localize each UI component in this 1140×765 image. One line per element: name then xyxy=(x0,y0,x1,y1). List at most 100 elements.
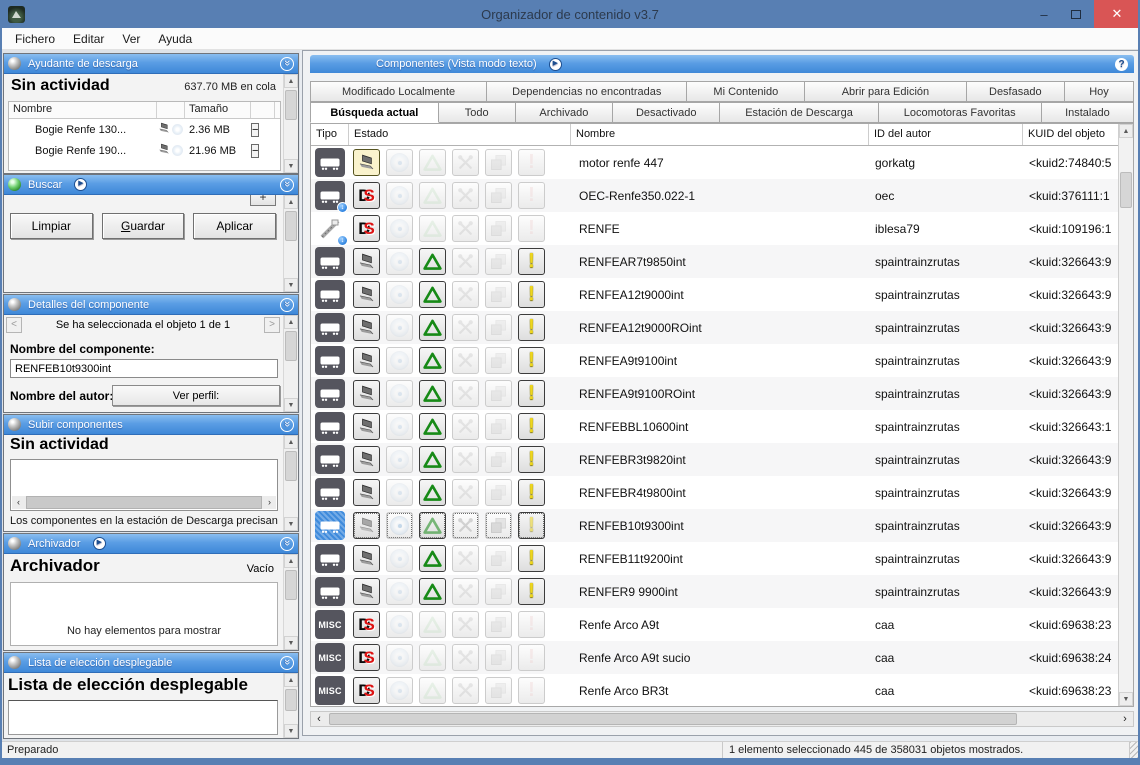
disc-icon[interactable] xyxy=(386,446,413,473)
triangle-icon[interactable] xyxy=(419,248,446,275)
wrench-icon[interactable] xyxy=(452,248,479,275)
package-icon[interactable] xyxy=(485,149,512,176)
scroll-up-icon[interactable] xyxy=(1119,124,1133,138)
tab-todo[interactable]: Todo xyxy=(439,102,516,123)
wrench-icon[interactable] xyxy=(452,677,479,704)
triangle-icon[interactable] xyxy=(419,182,446,209)
laptop-icon[interactable] xyxy=(353,413,380,440)
package-icon[interactable] xyxy=(485,380,512,407)
scrollbar[interactable] xyxy=(283,435,298,531)
exclamation-icon[interactable] xyxy=(518,380,545,407)
exclamation-icon[interactable] xyxy=(518,215,545,242)
column-name[interactable]: Nombre xyxy=(9,102,157,118)
wrench-icon[interactable] xyxy=(452,347,479,374)
disc-icon[interactable] xyxy=(386,479,413,506)
laptop-icon[interactable] xyxy=(353,545,380,572)
panel-header-search[interactable]: Buscar xyxy=(4,175,298,195)
table-row[interactable]: Renfe Arco A9tcaa<kuid:69638:23 xyxy=(311,608,1118,641)
table-row[interactable]: Renfe Arco BR3tcaa<kuid:69638:23 xyxy=(311,674,1118,706)
tab-hoy[interactable]: Hoy xyxy=(1065,81,1134,102)
table-row[interactable]: RENFEAR7t9850intspaintrainzrutas<kuid:32… xyxy=(311,245,1118,278)
ds-logo-icon[interactable] xyxy=(353,611,380,638)
table-row[interactable]: RENFEBR4t9800intspaintrainzrutas<kuid:32… xyxy=(311,476,1118,509)
column-id-autor[interactable]: ID del autor xyxy=(869,124,1023,145)
scrollbar[interactable] xyxy=(283,554,298,650)
package-icon[interactable] xyxy=(485,578,512,605)
collapse-chevron-icon[interactable] xyxy=(280,298,294,312)
exclamation-icon[interactable] xyxy=(518,347,545,374)
scroll-up-icon[interactable] xyxy=(284,315,298,329)
scrollbar-thumb[interactable] xyxy=(26,496,262,509)
wrench-icon[interactable] xyxy=(452,182,479,209)
scrollbar-thumb[interactable] xyxy=(285,689,297,711)
triangle-icon[interactable] xyxy=(419,446,446,473)
tab-modificado-localmente[interactable]: Modificado Localmente xyxy=(310,81,487,102)
wrench-icon[interactable] xyxy=(452,545,479,572)
exclamation-icon[interactable] xyxy=(518,644,545,671)
laptop-icon[interactable] xyxy=(353,512,380,539)
laptop-icon[interactable] xyxy=(353,380,380,407)
exclamation-icon[interactable] xyxy=(518,281,545,308)
laptop-icon[interactable] xyxy=(353,281,380,308)
triangle-icon[interactable] xyxy=(419,314,446,341)
triangle-icon[interactable] xyxy=(419,644,446,671)
scrollbar-thumb[interactable] xyxy=(329,713,1017,725)
scrollbar-thumb[interactable] xyxy=(285,90,297,120)
table-row[interactable]: RENFEB11t9200intspaintrainzrutas<kuid:32… xyxy=(311,542,1118,575)
guardar-button[interactable]: Guardar xyxy=(102,213,185,239)
disc-icon[interactable] xyxy=(386,512,413,539)
triangle-icon[interactable] xyxy=(419,281,446,308)
scroll-down-icon[interactable] xyxy=(284,278,298,292)
disc-icon[interactable] xyxy=(386,347,413,374)
table-row[interactable]: RENFEA9t9100intspaintrainzrutas<kuid:326… xyxy=(311,344,1118,377)
laptop-icon[interactable] xyxy=(353,479,380,506)
scroll-up-icon[interactable] xyxy=(284,673,298,687)
disc-icon[interactable] xyxy=(386,578,413,605)
wrench-icon[interactable] xyxy=(452,512,479,539)
close-button[interactable]: ✕ xyxy=(1094,0,1140,28)
package-icon[interactable] xyxy=(485,479,512,506)
table-row[interactable]: RENFEiblesa79<kuid:109196:1 xyxy=(311,212,1118,245)
scroll-down-icon[interactable] xyxy=(284,398,298,412)
tab-abrir-para-edicion[interactable]: Abrir para Edición xyxy=(805,81,966,102)
exclamation-icon[interactable] xyxy=(518,413,545,440)
package-icon[interactable] xyxy=(485,182,512,209)
scroll-left-icon[interactable] xyxy=(12,496,25,509)
panel-header-download-helper[interactable]: Ayudante de descarga xyxy=(4,54,298,74)
triangle-icon[interactable] xyxy=(419,347,446,374)
laptop-icon[interactable] xyxy=(353,578,380,605)
disc-icon[interactable] xyxy=(386,380,413,407)
exclamation-icon[interactable] xyxy=(518,677,545,704)
wrench-icon[interactable] xyxy=(452,446,479,473)
exclamation-icon[interactable] xyxy=(518,479,545,506)
collapse-chevron-icon[interactable] xyxy=(280,537,294,551)
table-row[interactable]: RENFEB10t9300intspaintrainzrutas<kuid:32… xyxy=(311,509,1118,542)
scroll-left-icon[interactable] xyxy=(311,713,327,725)
scroll-down-icon[interactable] xyxy=(284,636,298,650)
triangle-icon[interactable] xyxy=(419,380,446,407)
wrench-icon[interactable] xyxy=(452,578,479,605)
ds-logo-icon[interactable] xyxy=(353,182,380,209)
scroll-down-icon[interactable] xyxy=(284,724,298,738)
ds-logo-icon[interactable] xyxy=(353,644,380,671)
package-icon[interactable] xyxy=(485,347,512,374)
tab-mi-contenido[interactable]: Mi Contenido xyxy=(687,81,805,102)
scroll-up-icon[interactable] xyxy=(284,195,298,209)
laptop-icon[interactable] xyxy=(353,248,380,275)
exclamation-icon[interactable] xyxy=(518,545,545,572)
table-row[interactable]: RENFEBBL10600intspaintrainzrutas<kuid:32… xyxy=(311,410,1118,443)
exclamation-icon[interactable] xyxy=(518,182,545,209)
tab-locomotoras-favoritas[interactable]: Locomotoras Favoritas xyxy=(879,102,1042,123)
package-icon[interactable] xyxy=(485,215,512,242)
collapse-chevron-icon[interactable] xyxy=(280,57,294,71)
package-icon[interactable] xyxy=(485,248,512,275)
table-scrollbar[interactable] xyxy=(1118,124,1133,706)
scroll-up-icon[interactable] xyxy=(284,74,298,88)
table-row[interactable]: Renfe Arco A9t suciocaa<kuid:69638:24 xyxy=(311,641,1118,674)
wrench-icon[interactable] xyxy=(452,413,479,440)
tab-desfasado[interactable]: Desfasado xyxy=(967,81,1065,102)
scrollbar[interactable] xyxy=(283,74,298,173)
menu-ayuda[interactable]: Ayuda xyxy=(149,30,201,48)
panel-header-archiver[interactable]: Archivador xyxy=(4,534,298,554)
menu-editar[interactable]: Editar xyxy=(64,30,113,48)
